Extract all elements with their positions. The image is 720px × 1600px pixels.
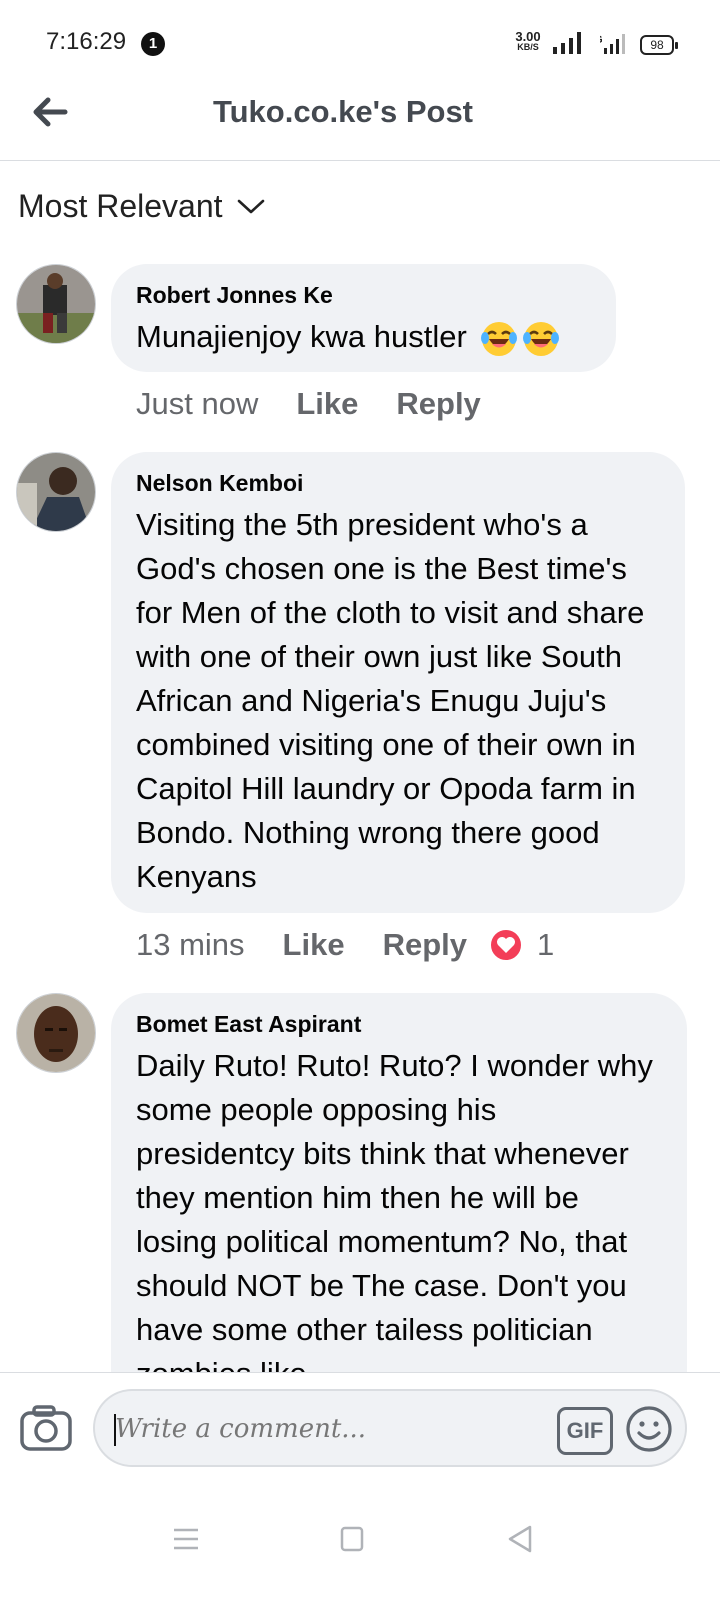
home-icon[interactable] (332, 1524, 372, 1554)
like-button[interactable]: Like (283, 927, 345, 963)
profile-photo (17, 453, 95, 531)
sort-label: Most Relevant (18, 188, 223, 224)
tears-of-joy-emoji (481, 321, 518, 356)
comment-input-container: GIF (93, 1389, 687, 1467)
profile-photo (17, 994, 95, 1072)
battery-icon: 98 (640, 35, 678, 55)
status-time: 7:16:29 (46, 28, 127, 55)
reaction-count: 1 (537, 927, 555, 962)
comment-input[interactable] (113, 1391, 537, 1467)
notification-badge: 1 (141, 32, 165, 56)
network-speed-value: 3.00 (515, 29, 541, 44)
comment-time: 13 mins (136, 927, 245, 962)
comment-text: Daily Ruto! Ruto! Ruto? I wonder why som… (136, 1048, 653, 1391)
comment-bubble: Robert Jonnes Ke Munajienjoy kwa hustler (111, 264, 616, 372)
comment-text: Visiting the 5th president who's a God's… (136, 507, 645, 894)
system-navigation-bar (0, 1484, 720, 1600)
signal-strength-icon (553, 32, 581, 54)
avatar[interactable] (16, 993, 96, 1073)
smiley-icon[interactable] (625, 1405, 673, 1453)
comment-bubble: Nelson Kemboi Visiting the 5th president… (111, 452, 685, 913)
comment-text-content: Munajienjoy kwa hustler (136, 319, 467, 354)
comment-text: Munajienjoy kwa hustler (136, 315, 590, 359)
comment-meta: 13 mins Like Reply 1 (136, 927, 554, 963)
page-title: Tuko.co.ke's Post (212, 94, 474, 129)
back-triangle-icon[interactable] (500, 1524, 540, 1554)
gif-button[interactable]: GIF (557, 1407, 613, 1455)
sort-dropdown[interactable]: Most Relevant (18, 188, 265, 225)
profile-photo (17, 265, 95, 343)
chevron-down-icon (237, 199, 264, 213)
avatar[interactable] (16, 264, 96, 344)
menu-icon[interactable] (166, 1524, 206, 1554)
reply-button[interactable]: Reply (383, 927, 467, 963)
network-speed: 3.00 KB/S (511, 29, 545, 53)
comment-bubble: Bomet East Aspirant Daily Ruto! Ruto! Ru… (111, 993, 687, 1413)
text-cursor (114, 1414, 116, 1446)
comment-author[interactable]: Nelson Kemboi (136, 470, 659, 497)
comment-author[interactable]: Bomet East Aspirant (136, 1011, 661, 1038)
post-header: Tuko.co.ke's Post (0, 84, 720, 161)
love-reaction-icon (489, 928, 523, 962)
like-button[interactable]: Like (296, 386, 358, 422)
avatar[interactable] (16, 452, 96, 532)
comment-meta: Just now Like Reply (136, 386, 519, 422)
network-type-label: 4G (600, 34, 603, 46)
camera-icon[interactable] (18, 1403, 74, 1453)
reply-button[interactable]: Reply (396, 386, 480, 422)
tears-of-joy-emoji (523, 321, 560, 356)
reaction-summary[interactable]: 1 (489, 927, 554, 963)
comment-time: Just now (136, 386, 259, 421)
mobile-data-4g-icon: 4G (600, 34, 625, 54)
status-bar: 7:16:29 1 3.00 KB/S 4G 98 (0, 0, 720, 84)
comment-composer: GIF (0, 1372, 720, 1485)
comment-author[interactable]: Robert Jonnes Ke (136, 282, 590, 309)
